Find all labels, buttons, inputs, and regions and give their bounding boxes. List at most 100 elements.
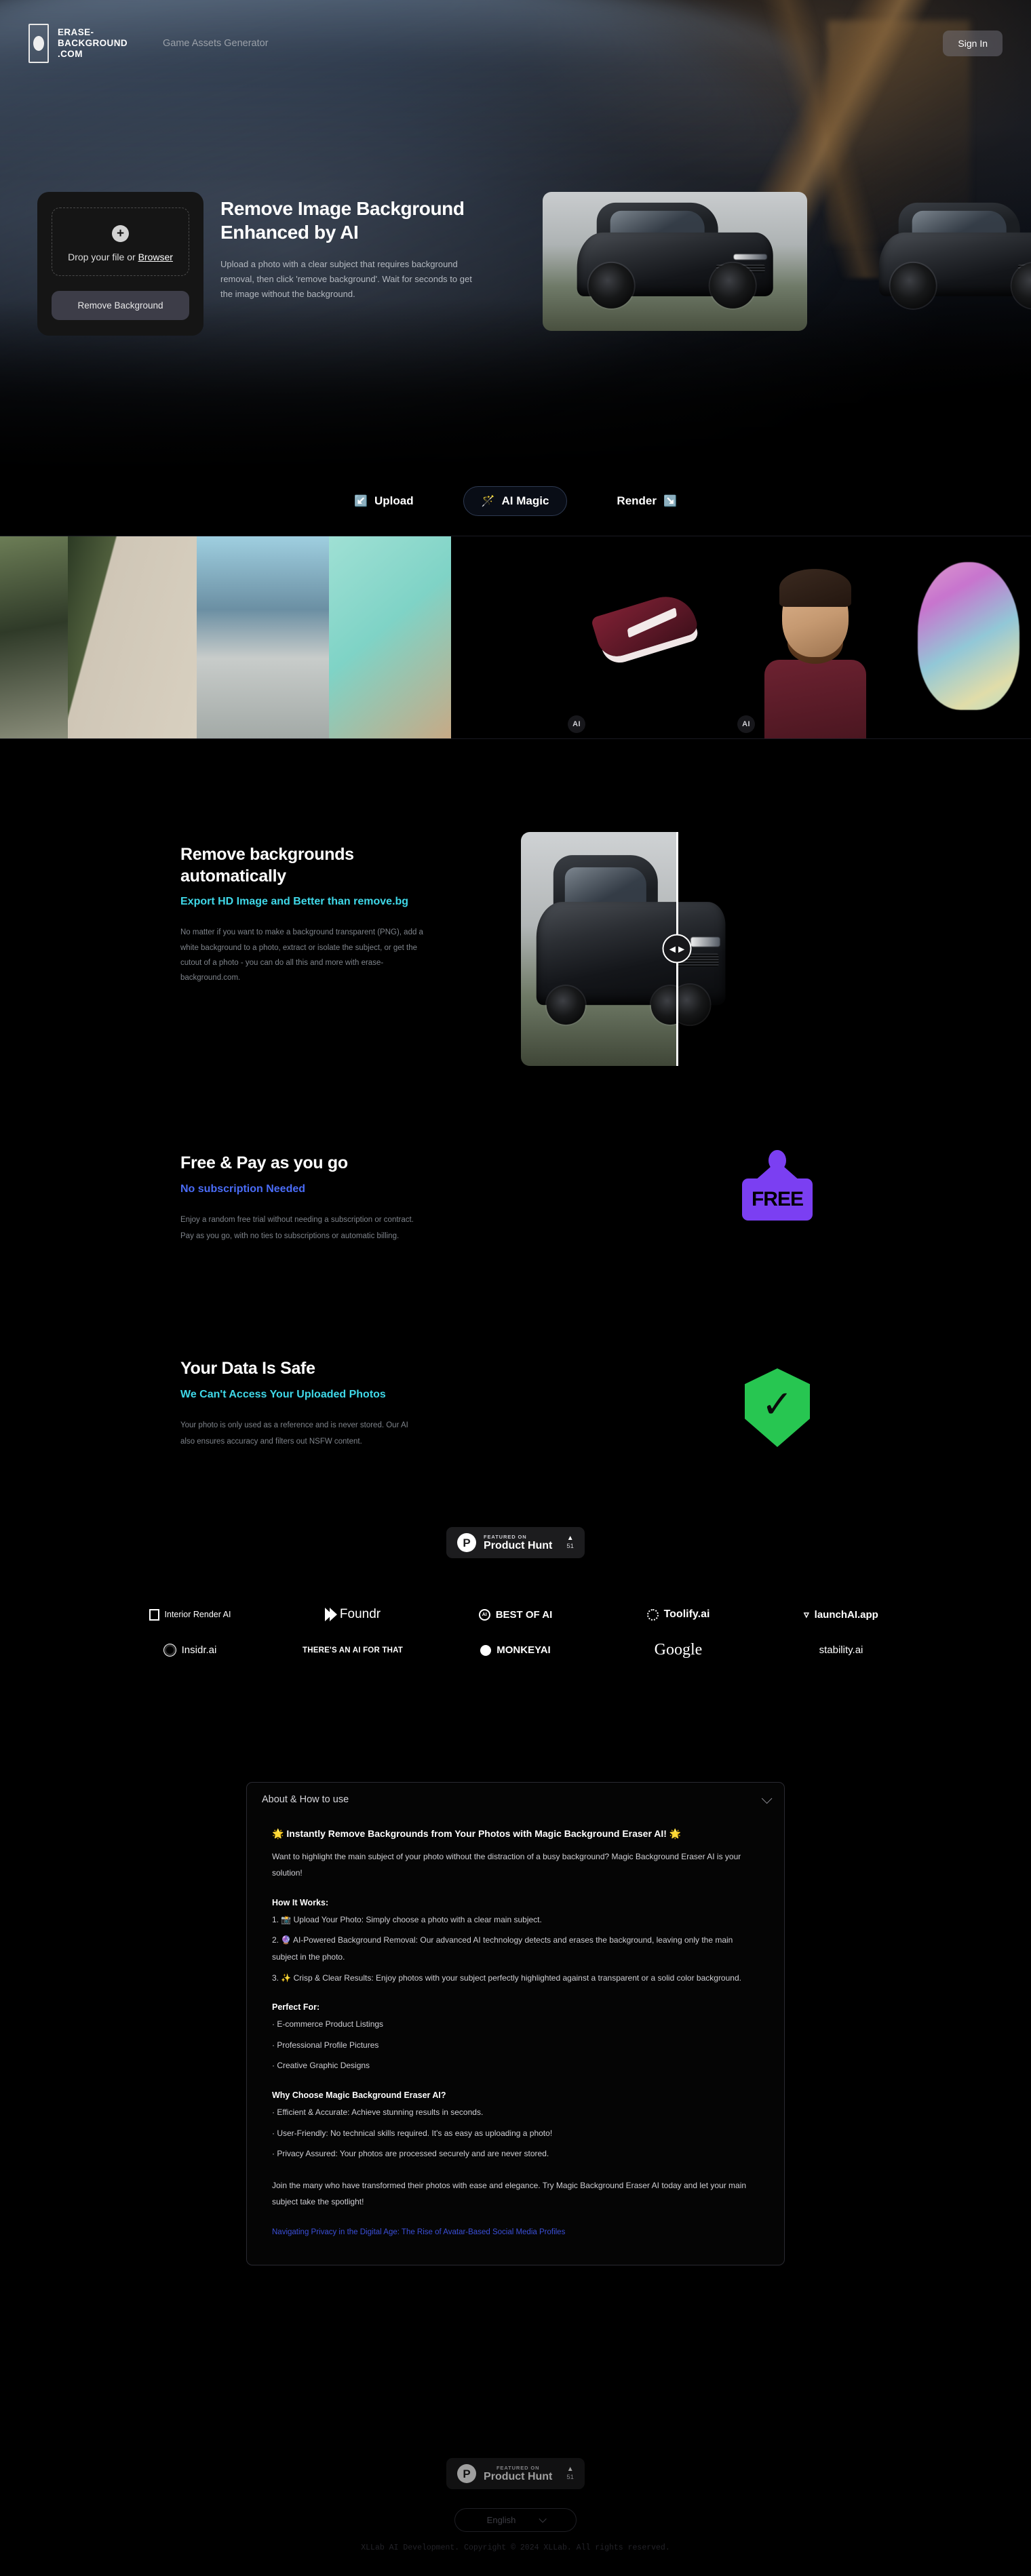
partner-label: Foundr [339,1607,381,1621]
blog-article-link[interactable]: Navigating Privacy in the Digital Age: T… [272,2228,759,2236]
mode-tabs: ↙️ Upload 🪄 AI Magic Render ↘️ [0,486,1031,516]
hero-subtitle: Upload a photo with a clear subject that… [220,258,472,299]
feature-data-is-safe: Your Data Is Safe We Can't Access Your U… [180,1358,533,1449]
upvote-block[interactable]: ▲ 51 [566,1534,574,1551]
partner-monkeyai[interactable]: MONKEYAI [458,1644,573,1656]
car-headlight [690,937,720,947]
partner-theres-an-ai-for-that[interactable]: THERE'S AN AI FOR THAT [295,1646,410,1654]
partner-google[interactable]: Google [621,1641,736,1659]
product-hunt-badge-container: P FEATURED ON Product Hunt ▲ 51 [0,1527,1031,1558]
upvote-arrow-icon: ▲ [566,1534,574,1542]
gallery-item-photographer[interactable] [68,536,197,738]
partner-foundr[interactable]: Foundr [295,1607,410,1622]
ai-badge: AI [568,715,585,733]
gallery-item-shoe-cutout[interactable]: AI [560,536,729,738]
tab-upload[interactable]: ↙️ Upload [336,486,432,516]
hero-title-line-2: Enhanced by AI [220,222,359,243]
perfect-item-3: · Creative Graphic Designs [272,2061,370,2071]
chevron-down-icon[interactable] [761,1793,773,1804]
gallery-item-cutout-partial[interactable] [451,536,560,738]
browse-link[interactable]: Browser [138,252,173,262]
product-hunt-badge[interactable]: P FEATURED ON Product Hunt ▲ 51 [446,1527,585,1558]
ai-badge: AI [737,715,755,733]
partner-launchai-app[interactable]: ▿ launchAI.app [783,1608,899,1621]
chevron-down-icon [539,2514,547,2523]
feature-1-body: No matter if you want to make a backgrou… [180,928,423,983]
rocket-icon: ▿ [804,1609,809,1621]
copyright-text: XLLab AI Development. Copyright © 2024 X… [361,2543,670,2552]
brand-line-1: ERASE- [58,27,94,38]
hero-image-cutout [844,192,1031,331]
monkey-icon [480,1644,492,1656]
gallery-item-camera-pier[interactable] [197,536,329,738]
gallery-item-jungle[interactable] [0,536,68,738]
product-hunt-icon: P [457,1533,477,1552]
partner-label: stability.ai [819,1644,863,1656]
remove-background-button[interactable]: Remove Background [52,291,189,320]
feature-1-accent: Export HD Image and Better than remove.b… [180,896,409,907]
tab-render[interactable]: Render ↘️ [598,486,695,516]
gallery-item-bubble-cutout[interactable] [899,536,1031,738]
car-illustration-before [536,854,677,1025]
brand-wordmark: ERASE- BACKGROUND .COM [58,27,128,60]
upvote-count: 51 [566,1543,574,1550]
partner-label: Google [654,1641,703,1659]
why-item-3: · Privacy Assured: Your photos are proce… [272,2149,549,2159]
perfect-item-1: · E-commerce Product Listings [272,2019,384,2029]
gallery-item-cat[interactable] [329,536,451,738]
language-value: English [486,2515,516,2525]
hero-copy: Remove Image Background Enhanced by AI U… [220,197,492,302]
product-hunt-icon: P [457,2464,477,2483]
feature-2-body-line-1: Enjoy a random free trial without needin… [180,1215,414,1224]
feature-remove-backgrounds: Remove backgrounds automatically Export … [180,844,465,986]
portrait-hair [779,569,851,607]
left-arrow-icon: ◀ [669,944,676,953]
partner-label: BEST OF AI [495,1608,553,1621]
about-accordion: About & How to use 🌟 Instantly Remove Ba… [246,1782,785,2265]
perfect-item-2: · Professional Profile Pictures [272,2040,379,2050]
tab-ai-magic[interactable]: 🪄 AI Magic [463,486,568,516]
about-heading: 🌟 Instantly Remove Backgrounds from Your… [272,1828,682,1839]
partner-stability-ai[interactable]: stability.ai [783,1644,899,1656]
brand-logo[interactable]: ERASE- BACKGROUND .COM [28,24,128,63]
car-illustration-cutout [878,203,1031,309]
gear-icon [646,1608,659,1621]
product-hunt-name: Product Hunt [484,1539,553,1551]
partner-toolify-ai[interactable]: Toolify.ai [621,1608,736,1621]
hero-title-line-1: Remove Image Background [220,198,465,219]
sign-in-button[interactable]: Sign In [943,31,1003,56]
partner-interior-render-ai[interactable]: Interior Render AI [132,1608,248,1621]
slider-drag-handle[interactable]: ◀ ▶ [662,934,692,964]
product-hunt-text: FEATURED ON Product Hunt [484,2465,552,2483]
car-illustration [577,203,773,309]
box-icon [149,1608,159,1621]
before-after-slider[interactable]: ◀ ▶ [521,832,850,1066]
partner-insidr-ai[interactable]: Insidr.ai [132,1644,248,1657]
nav-link-game-assets-generator[interactable]: Game Assets Generator [163,38,269,49]
partner-best-of-ai[interactable]: AI BEST OF AI [458,1608,573,1621]
sample-gallery-carousel[interactable]: AI AI [0,536,1031,739]
footer-product-hunt-badge[interactable]: P FEATURED ON Product Hunt ▲ 51 [446,2458,585,2489]
after-image [677,832,850,1066]
upvote-block[interactable]: ▲ 51 [566,2466,574,2482]
accordion-body: 🌟 Instantly Remove Backgrounds from Your… [247,1817,784,2265]
free-tag-icon: FREE [741,1150,814,1221]
file-dropzone[interactable]: + Drop your file or Browser [52,207,189,276]
language-selector[interactable]: English [454,2508,577,2532]
feature-2-accent: No subscription Needed [180,1183,306,1195]
feature-1-title: Remove backgrounds automatically [180,844,465,887]
chevrons-icon [324,1608,337,1621]
dropzone-prefix: Drop your file or [68,252,138,262]
car-wheel-rear [546,985,586,1025]
car-wheel-rear [891,263,936,309]
about-outro: Join the many who have transformed their… [272,2180,747,2207]
logo-ellipse-icon [33,36,44,51]
logo-mark-icon [28,24,49,63]
car-wheel-front [709,263,756,309]
feature-3-body-line-1: Your photo is only used as a reference a… [180,1421,408,1429]
shoe-silhouette [590,589,700,662]
accordion-header[interactable]: About & How to use [247,1783,784,1817]
hero-image-original [543,192,807,331]
gallery-item-portrait-cutout[interactable]: AI [729,536,899,738]
right-arrow-icon: ▶ [678,944,685,953]
